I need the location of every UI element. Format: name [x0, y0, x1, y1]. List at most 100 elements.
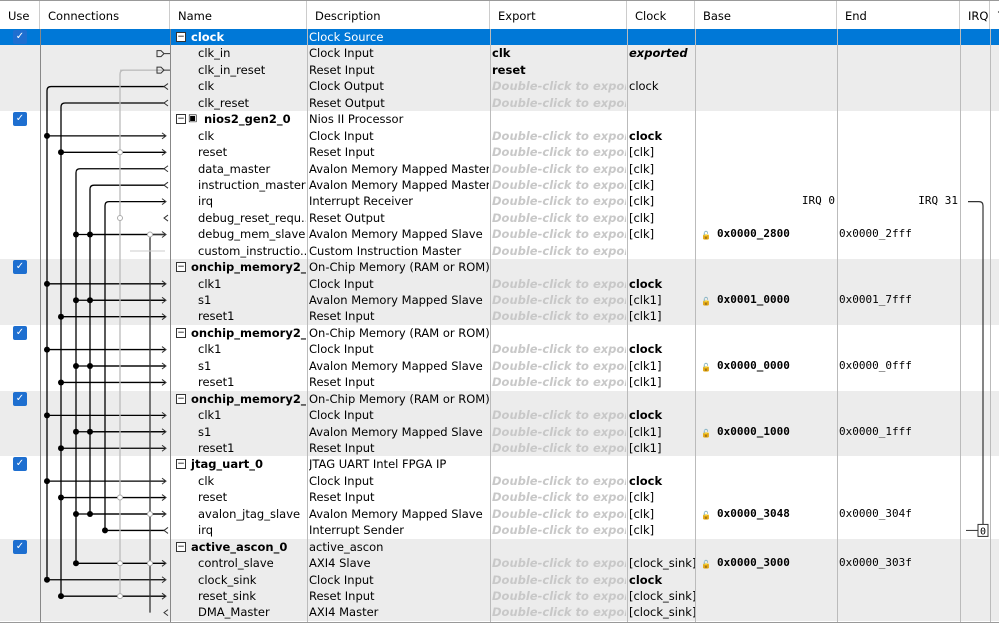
component-name[interactable]: reset — [176, 489, 306, 505]
port-row[interactable]: clk1 Clock Input Double-click to export clo… — [0, 275, 999, 293]
component-name[interactable]: clk_in — [176, 45, 306, 61]
component-name[interactable]: onchip_memory2_1 — [176, 325, 306, 341]
clock-field[interactable] — [629, 391, 695, 407]
clock-field[interactable] — [629, 259, 695, 275]
port-row[interactable]: reset Reset Input Double-click to export [c… — [0, 144, 999, 161]
component-name[interactable]: DMA_Master — [176, 604, 306, 620]
clock-field[interactable]: [clk] — [629, 177, 695, 193]
component-row[interactable]: ✓ − clock Clock Source — [0, 29, 999, 46]
component-name[interactable]: clk — [176, 78, 306, 94]
clock-field[interactable] — [629, 62, 695, 78]
export-field[interactable]: Double-click to export — [492, 374, 626, 390]
clock-field[interactable]: [clk] — [629, 193, 695, 209]
header-description[interactable]: Description — [307, 1, 490, 29]
export-field[interactable]: Double-click to export — [492, 407, 626, 423]
export-field[interactable]: Double-click to export — [492, 144, 626, 160]
clock-field[interactable] — [629, 95, 695, 111]
component-row[interactable]: ✓ − onchip_memory2_0 On-Chip Memory (RAM or… — [0, 259, 999, 276]
port-row[interactable]: reset_sink Reset Input Double-click to exp… — [0, 587, 999, 605]
port-row[interactable]: irq Interrupt Sender Double-click to expor… — [0, 522, 999, 539]
clock-field[interactable]: [clk1] — [629, 374, 695, 390]
base-address[interactable]: 0x0000_1000 — [701, 424, 835, 440]
component-row[interactable]: ✓ − jtag_uart_0 JTAG UART Intel FPGA IP — [0, 456, 999, 473]
component-name[interactable]: active_ascon_0 — [176, 539, 306, 555]
export-field[interactable]: Double-click to export — [492, 161, 626, 177]
clock-field[interactable]: [clock_sink] — [629, 604, 695, 620]
component-name[interactable]: custom_instructio... — [176, 243, 306, 259]
port-row[interactable]: irq Interrupt Receiver Double-click to exp… — [0, 193, 999, 210]
component-row[interactable]: ✓ − ▣ nios2_gen2_0 Nios II Processor — [0, 111, 999, 128]
clock-field[interactable]: exported — [629, 45, 695, 61]
port-row[interactable]: clk Clock Input Double-click to export cloc… — [0, 472, 999, 490]
clock-field[interactable] — [629, 325, 695, 341]
port-row[interactable]: instruction_master Avalon Memory Mapped M… — [0, 176, 999, 194]
export-field[interactable]: Double-click to export — [492, 276, 626, 292]
port-row[interactable]: custom_instructio... Custom Instruction M… — [0, 242, 999, 260]
base-address[interactable]: 0x0000_0000 — [701, 358, 835, 374]
clock-field[interactable]: clock — [629, 78, 695, 94]
component-name[interactable]: jtag_uart_0 — [176, 456, 306, 472]
port-row[interactable]: data_master Avalon Memory Mapped Master Do… — [0, 160, 999, 177]
component-name[interactable]: debug_reset_requ... — [176, 210, 306, 226]
port-row[interactable]: reset Reset Input Double-click to export [c… — [0, 489, 999, 506]
clock-field[interactable]: [clock_sink] — [629, 588, 695, 604]
component-name[interactable]: clk — [176, 473, 306, 489]
component-name[interactable]: clk1 — [176, 407, 306, 423]
export-field[interactable]: Double-click to export — [492, 588, 626, 604]
port-row[interactable]: clock_sink Clock Input Double-click to exp… — [0, 571, 999, 588]
use-checkbox[interactable]: ✓ — [13, 30, 27, 44]
component-name[interactable]: clk1 — [176, 341, 306, 357]
export-field[interactable]: Double-click to export — [492, 506, 626, 522]
component-name[interactable]: reset1 — [176, 440, 306, 456]
export-field[interactable] — [492, 259, 626, 275]
component-name[interactable]: onchip_memory2_0 — [176, 259, 306, 275]
clock-field[interactable] — [629, 456, 695, 472]
export-field[interactable]: Double-click to export — [492, 193, 626, 209]
export-field[interactable]: Double-click to export — [492, 341, 626, 357]
header-name[interactable]: Name — [170, 1, 307, 29]
port-row[interactable]: control_slave AXI4 Slave Double-click to e… — [0, 555, 999, 572]
export-field[interactable] — [492, 29, 626, 45]
export-field[interactable]: Double-click to export — [492, 424, 626, 440]
clock-field[interactable]: [clk] — [629, 210, 695, 226]
header-export[interactable]: Export — [490, 1, 627, 29]
component-name[interactable]: instruction_master — [176, 177, 306, 193]
port-row[interactable]: clk_in Clock Input clk exported — [0, 45, 999, 62]
component-row[interactable]: ✓ − active_ascon_0 active_ascon — [0, 538, 999, 556]
component-name[interactable]: s1 — [176, 424, 306, 440]
use-checkbox[interactable]: ✓ — [13, 325, 27, 340]
port-row[interactable]: s1 Avalon Memory Mapped Slave Double-click… — [0, 357, 999, 375]
use-checkbox[interactable]: ✓ — [13, 457, 27, 472]
export-field[interactable]: clk — [492, 45, 626, 61]
port-row[interactable]: s1 Avalon Memory Mapped Slave Double-click… — [0, 292, 999, 309]
port-row[interactable]: reset1 Reset Input Double-click to export[… — [0, 440, 999, 457]
header-clock[interactable]: Clock — [627, 1, 695, 29]
component-name[interactable]: reset1 — [176, 374, 306, 390]
export-field[interactable]: reset — [492, 62, 626, 78]
clock-field[interactable]: clock — [629, 407, 695, 423]
component-name[interactable]: clk_reset — [176, 95, 306, 111]
export-field[interactable] — [492, 391, 626, 407]
use-checkbox[interactable]: ✓ — [13, 391, 27, 406]
export-field[interactable] — [492, 325, 626, 341]
clock-field[interactable]: clock — [629, 128, 695, 144]
export-field[interactable] — [492, 111, 626, 127]
component-name[interactable]: reset_sink — [176, 588, 306, 604]
component-name[interactable]: clk_in_reset — [176, 62, 306, 78]
port-row[interactable]: s1 Avalon Memory Mapped Slave Double-click… — [0, 423, 999, 440]
header-connections[interactable]: Connections — [40, 1, 170, 29]
port-row[interactable]: reset1 Reset Input Double-click to export[… — [0, 374, 999, 391]
component-row[interactable]: ✓ − onchip_memory2_1 On-Chip Memory (RAM or… — [0, 324, 999, 342]
component-name[interactable]: reset — [176, 144, 306, 160]
export-field[interactable]: Double-click to export — [492, 440, 626, 456]
base-address[interactable]: 0x0000_3048 — [701, 506, 835, 522]
export-field[interactable]: Double-click to export — [492, 128, 626, 144]
component-name[interactable]: control_slave — [176, 555, 306, 571]
port-row[interactable]: avalon_jtag_slave Avalon Memory Mapped Sl… — [0, 505, 999, 523]
export-field[interactable]: Double-click to export — [492, 78, 626, 94]
clock-field[interactable]: clock — [629, 341, 695, 357]
export-field[interactable]: Double-click to export — [492, 308, 626, 324]
component-name[interactable]: irq — [176, 522, 306, 538]
clock-field[interactable] — [629, 111, 695, 127]
export-field[interactable]: Double-click to export — [492, 210, 626, 226]
